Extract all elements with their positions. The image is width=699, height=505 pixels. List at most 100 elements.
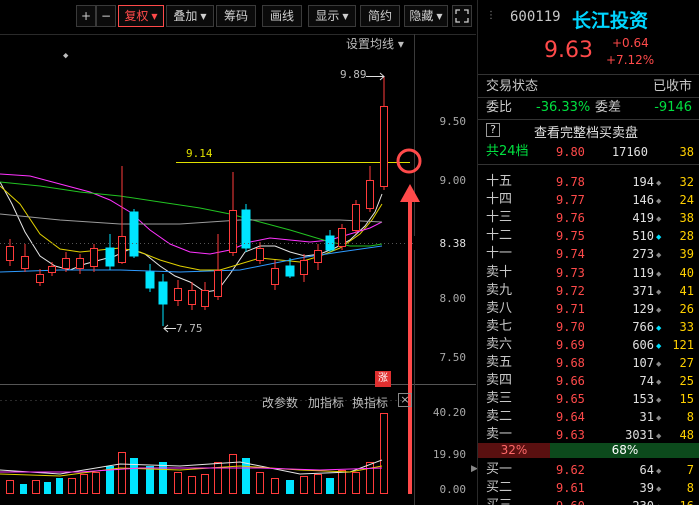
up-arrow	[400, 184, 420, 202]
huaxian-button[interactable]: 画线	[262, 5, 302, 27]
total-label: 共24档	[486, 144, 529, 159]
ask-row[interactable]: 卖三 9.65 153 ◆ 15	[478, 390, 699, 408]
level-volume: 129	[632, 301, 654, 316]
weibi-value: -36.33%	[536, 100, 591, 115]
bid-row[interactable]: 买一 9.62 64 ◆ 7	[478, 461, 699, 479]
order-dot-icon: ◆	[656, 233, 662, 242]
ask-row[interactable]: 卖十 9.73 119 ◆ 40	[478, 264, 699, 282]
ask-row[interactable]: 十一 9.74 273 ◆ 39	[478, 245, 699, 263]
level-volume: 107	[632, 356, 654, 370]
level-label: 卖三	[486, 391, 513, 407]
order-dot-icon: ◆	[656, 251, 662, 260]
yincang-dropdown[interactable]: 隐藏 ▼	[404, 5, 448, 27]
level-count: 40	[679, 265, 694, 280]
ma-line-green	[0, 181, 383, 247]
level-price: 9.62	[556, 463, 585, 477]
close-icon[interactable]: ×	[398, 393, 412, 407]
buy-ratio-bar: 68%	[550, 443, 699, 458]
y-axis-tick: 8.00	[439, 292, 467, 305]
level-count: 8	[686, 481, 694, 495]
switch-indicator-button[interactable]: 换指标	[352, 394, 388, 411]
help-icon[interactable]: ?	[486, 123, 500, 137]
fuquan-dropdown[interactable]: 复权 ▼	[118, 5, 164, 27]
level-volume: 194	[632, 175, 654, 189]
bid-row[interactable]: 买二 9.61 39 ◆ 8	[478, 479, 699, 497]
level-volume: 766	[632, 319, 654, 334]
level-count: 24	[679, 193, 694, 208]
order-dot-icon: ◆	[656, 498, 661, 505]
level-count: 15	[679, 392, 694, 407]
weicha-label: 委差	[595, 100, 622, 115]
level-label: 买三	[486, 497, 512, 505]
level-count: 39	[679, 247, 694, 262]
level-volume: 510	[632, 229, 654, 244]
status-value: 已收市	[652, 79, 692, 94]
weibi-label: 委比	[486, 100, 513, 115]
ask-row[interactable]: 十二 9.75 510 ◆ 28	[478, 227, 699, 245]
level-label: 卖九	[486, 282, 513, 298]
ask-row[interactable]: 十三 9.76 419 ◆ 38	[478, 209, 699, 227]
ma-settings-link[interactable]: 设置均线 ▾	[346, 35, 404, 52]
sell-ratio-bar: 32%	[478, 443, 550, 458]
kline-chart[interactable]: 设置均线 ▾ ◆ 9.89 9.14 7.75 9.50 9.00 8.38 8…	[0, 34, 478, 505]
total-price: 9.80	[556, 145, 585, 159]
y-axis-tick: 7.50	[439, 351, 467, 364]
drag-handle-icon[interactable]: ◆	[63, 51, 68, 61]
level-count: 33	[679, 319, 694, 334]
level-count: 48	[679, 428, 694, 443]
order-dot-icon: ◆	[656, 378, 662, 387]
level-label: 卖六	[486, 336, 513, 352]
order-dot-icon: ◆	[656, 197, 662, 206]
chevron-down-icon: ▼	[151, 12, 158, 21]
ma-line-yellow	[0, 185, 383, 271]
change-params-button[interactable]: 改参数	[262, 394, 298, 411]
level-price: 9.77	[556, 193, 585, 208]
expand-icon[interactable]	[452, 5, 472, 27]
ask-row[interactable]: 卖五 9.68 107 ◆ 27	[478, 354, 699, 372]
bid-row[interactable]: 买三 9.60 230◆ 16	[478, 497, 699, 505]
level-label: 十一	[486, 246, 513, 262]
order-dot-icon: ◆	[656, 360, 662, 368]
level-label: 卖十	[486, 264, 513, 280]
level-price: 9.60	[556, 497, 585, 505]
level-label: 十五	[486, 174, 513, 189]
menu-icon[interactable]: ⋮	[486, 10, 496, 21]
ask-row[interactable]: 卖九 9.72 371 ◆ 41	[478, 282, 699, 300]
ask-row[interactable]: 卖七 9.70 766 ◆ 33	[478, 318, 699, 336]
y-axis-tick: 9.00	[439, 174, 467, 187]
stock-name: 长江投资	[572, 10, 649, 32]
zoom-in-button[interactable]: +	[76, 5, 96, 27]
xianshi-dropdown[interactable]: 显示 ▼	[308, 5, 356, 27]
level-volume: 39	[639, 481, 654, 495]
chouma-button[interactable]: 筹码	[216, 5, 256, 27]
level-volume: 230	[632, 497, 654, 505]
fuquan-label: 复权	[124, 9, 149, 23]
ask-row[interactable]: 卖六 9.69 606 ◆ 121	[478, 336, 699, 354]
total-vol: 17160	[611, 145, 648, 159]
ask-row[interactable]: 十五 9.78 194 ◆ 32	[478, 173, 699, 191]
ask-row[interactable]: 卖一 9.63 3031 ◆ 48	[478, 426, 699, 444]
full-book-link[interactable]: 查看完整档买卖盘	[534, 122, 638, 141]
ask-row[interactable]: 卖四 9.66 74 ◆ 25	[478, 372, 699, 390]
level-volume: 119	[632, 265, 654, 280]
level-price: 9.75	[556, 229, 585, 244]
level-label: 买一	[486, 462, 513, 477]
level-count: 7	[686, 463, 694, 477]
level-label: 卖七	[486, 318, 513, 334]
stock-code: 600119	[510, 9, 561, 25]
level-price: 9.63	[556, 428, 585, 443]
diejia-dropdown[interactable]: 叠加 ▼	[166, 5, 214, 27]
ask-row[interactable]: 卖八 9.71 129 ◆ 26	[478, 300, 699, 318]
ask-row[interactable]: 十四 9.77 146 ◆ 24	[478, 191, 699, 209]
ask-row[interactable]: 卖二 9.64 31 ◆ 8	[478, 408, 699, 426]
add-indicator-button[interactable]: 加指标	[308, 394, 344, 411]
level-volume: 74	[639, 374, 654, 389]
order-dot-icon: ◆	[656, 485, 662, 493]
chevron-down-icon: ▼	[342, 12, 349, 21]
chevron-down-icon: ▼	[200, 12, 207, 21]
trade-status-row: 交易状态 已收市	[478, 78, 699, 96]
zoom-out-button[interactable]: −	[96, 5, 116, 27]
ma-line-grey	[0, 213, 383, 225]
jianyue-button[interactable]: 简约	[360, 5, 400, 27]
level-volume: 3031	[625, 428, 654, 443]
